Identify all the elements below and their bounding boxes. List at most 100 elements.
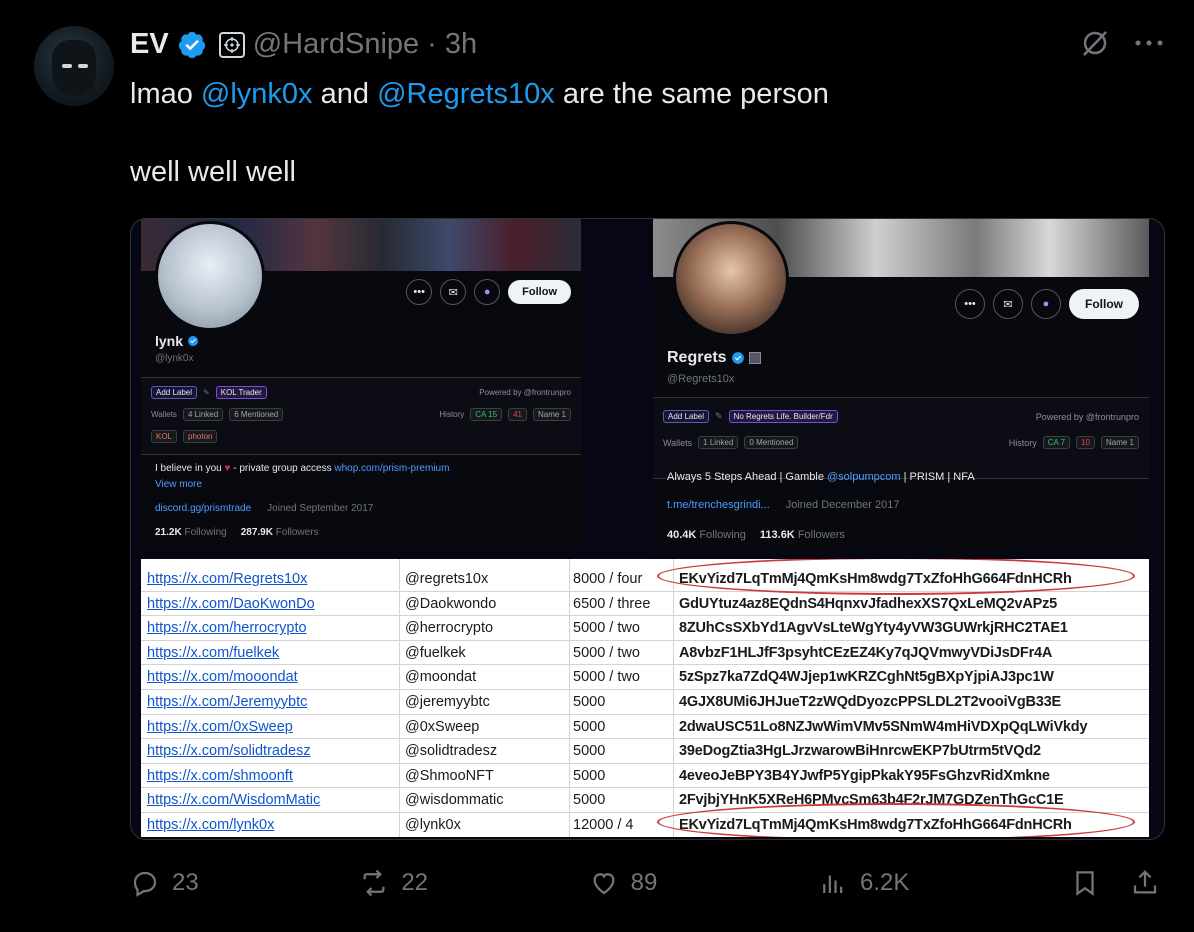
tweet-header: EV @HardSnipe · 3h bbox=[130, 28, 477, 61]
spreadsheet-image: https://x.com/Regrets10x @regrets10x 8000 … bbox=[141, 559, 1149, 837]
follow-button: Follow bbox=[1069, 289, 1139, 319]
tweet-top-actions bbox=[1080, 28, 1164, 58]
following-count: 40.4K Following bbox=[667, 529, 746, 541]
row-address: 4eveoJeBPY3B4YJwfP5YgipPkakY95FsGhzvRidX… bbox=[679, 767, 1050, 784]
joined-date: Joined December 2017 bbox=[785, 499, 900, 511]
row-amount: 5000 bbox=[573, 767, 606, 784]
share-icon[interactable] bbox=[1130, 868, 1160, 898]
row-address: A8vbzF1HLJfF3psyhtCEzEZ4Ky7qJQVmwyVDiJsD… bbox=[679, 644, 1053, 661]
joined-date: Joined September 2017 bbox=[267, 503, 374, 514]
mentioned-chip: 0 Mentioned bbox=[744, 436, 799, 449]
reply-button[interactable]: 23 bbox=[130, 868, 199, 898]
edit-icon: ✎ bbox=[715, 411, 723, 421]
toolbar-row: Wallets 4 Linked 6 Mentioned History CA … bbox=[151, 408, 571, 421]
row-address: 8ZUhCsSXbYd1AgvVsLteWgYty4yVW3GUWrkjRHC2… bbox=[679, 620, 1068, 637]
mention-link[interactable]: @lynk0x bbox=[201, 78, 313, 110]
toolbar-row: Wallets 1 Linked 0 Mentioned History CA … bbox=[663, 436, 1139, 449]
bio-link: whop.com/prism-premium bbox=[334, 463, 450, 474]
profile-buttons: ••• ✉ ● Follow bbox=[955, 289, 1139, 319]
bio-text: Always 5 Steps Ahead | Gamble bbox=[667, 471, 827, 483]
row-handle: @lynk0x bbox=[405, 817, 461, 833]
row-url: https://x.com/lynk0x bbox=[147, 817, 275, 833]
row-url: https://x.com/shmoonft bbox=[147, 767, 293, 784]
message-icon: ✉ bbox=[993, 289, 1023, 319]
profile-avatar bbox=[673, 221, 789, 337]
tweet-media-image[interactable]: ••• ✉ ● Follow lynk @lynk0x Add Label ✎ … bbox=[130, 218, 1165, 840]
row-handle: @jeremyybtc bbox=[405, 694, 490, 710]
row-address: GdUYtuz4az8EQdnS4HqnxvJfadhexXS7QxLeMQ2v… bbox=[679, 595, 1057, 612]
table-row: https://x.com/fuelkek @fuelkek 5000 / two A… bbox=[141, 641, 1149, 666]
bookmark-icon[interactable] bbox=[1070, 868, 1100, 898]
mention-link[interactable]: @Regrets10x bbox=[377, 78, 555, 110]
reply-count: 23 bbox=[172, 869, 199, 896]
profile-name-text: lynk bbox=[155, 333, 184, 349]
row-address: 5zSpz7ka7ZdQ4WJjep1wKRZCghNt5gBXpYjpiAJ3… bbox=[679, 669, 1054, 686]
profile-avatar bbox=[155, 221, 265, 331]
table-row: https://x.com/mooondat @moondat 5000 / two… bbox=[141, 665, 1149, 690]
wallets-label: Wallets bbox=[663, 437, 693, 448]
history-label: History bbox=[1008, 437, 1037, 448]
row-url: https://x.com/Regrets10x bbox=[147, 571, 308, 587]
bio-text: | PRISM | NFA bbox=[900, 471, 975, 483]
like-button[interactable]: 89 bbox=[589, 868, 658, 898]
row-handle: @Daokwondo bbox=[405, 595, 497, 612]
following-count: 21.2K Following bbox=[155, 527, 227, 538]
avatar-figure bbox=[52, 40, 96, 96]
tweet-time[interactable]: · 3h bbox=[427, 28, 477, 61]
tweet-text-part: and bbox=[312, 78, 378, 110]
tag-chip: KOL Trader bbox=[215, 386, 267, 399]
row-amount: 5000 bbox=[573, 743, 606, 760]
tweet-text-part: lmao bbox=[130, 78, 201, 110]
toolbar-row: Add Label ✎ KOL Trader Powered by @front… bbox=[151, 386, 571, 399]
profile-buttons: ••• ✉ ● Follow bbox=[406, 279, 571, 305]
row-url: https://x.com/herrocrypto bbox=[147, 620, 307, 637]
profile-card-regrets: ••• ✉ ● Follow Regrets @Regrets10x Add L… bbox=[653, 219, 1149, 553]
profile-card-lynk: ••• ✉ ● Follow lynk @lynk0x Add Label ✎ … bbox=[141, 219, 581, 547]
tweet-text-part: are the same person bbox=[554, 78, 829, 110]
verified-badge-icon bbox=[178, 31, 205, 58]
row-amount: 5000 / two bbox=[573, 620, 640, 637]
kol-chip: KOL bbox=[151, 430, 178, 443]
table-row: https://x.com/DaoKwonDo @Daokwondo 6500 / … bbox=[141, 592, 1149, 617]
avatar-eye-left bbox=[62, 64, 72, 68]
row-amount: 5000 bbox=[573, 694, 606, 710]
row-amount: 5000 bbox=[573, 792, 606, 809]
history-label: History bbox=[439, 410, 465, 419]
more-icon: ••• bbox=[406, 279, 433, 305]
like-count: 89 bbox=[630, 869, 658, 896]
powered-by: Powered by @frontrunpro bbox=[479, 388, 571, 397]
wallets-label: Wallets bbox=[151, 410, 177, 419]
subscribe-icon: ● bbox=[1031, 289, 1061, 319]
tweet-extra-actions bbox=[1070, 868, 1160, 898]
repost-button[interactable]: 22 bbox=[359, 868, 428, 898]
row-address: 4GJX8UMi6JHJueT2zWQdDyozcPPSLDL2T2vooiVg… bbox=[679, 694, 1061, 710]
subscribe-icon: ● bbox=[474, 279, 501, 305]
more-options-icon[interactable] bbox=[1134, 38, 1164, 48]
reply-icon bbox=[133, 871, 157, 897]
mentioned-chip: 6 Mentioned bbox=[229, 408, 284, 421]
profile-link: discord.gg/prismtrade bbox=[155, 503, 252, 514]
row-address: 2dwaUSC51Lo8NZJwWimVMv5SNmW4mHiVDXpQqLWi… bbox=[679, 718, 1088, 735]
grok-icon[interactable] bbox=[1080, 28, 1110, 58]
row-handle: @wisdommatic bbox=[405, 792, 504, 809]
photon-chip: photon bbox=[183, 430, 218, 443]
linked-chip: 1 Linked bbox=[698, 436, 739, 449]
views-button[interactable]: 6.2K bbox=[818, 868, 909, 898]
table-row: https://x.com/herrocrypto @herrocrypto 500… bbox=[141, 616, 1149, 641]
author-avatar[interactable] bbox=[34, 26, 114, 106]
author-handle[interactable]: @HardSnipe bbox=[253, 28, 419, 61]
frontrun-toolbar: Add Label ✎ KOL Trader Powered by @front… bbox=[141, 377, 581, 455]
row-url: https://x.com/fuelkek bbox=[147, 644, 280, 661]
profile-handle: @Regrets10x bbox=[667, 373, 735, 385]
row-amount: 8000 / four bbox=[573, 571, 643, 587]
author-name[interactable]: EV bbox=[130, 28, 169, 61]
affiliate-badge-icon bbox=[218, 31, 245, 58]
views-count: 6.2K bbox=[859, 869, 910, 896]
row-url: https://x.com/WisdomMatic bbox=[147, 792, 321, 809]
repost-icon bbox=[363, 869, 385, 897]
name-chip: Name 1 bbox=[1100, 436, 1139, 449]
ca-red-chip: 10 bbox=[1076, 436, 1095, 449]
row-url: https://x.com/DaoKwonDo bbox=[147, 595, 315, 612]
verified-badge-icon bbox=[188, 336, 199, 346]
tweet-action-bar: 23 22 89 6.2K bbox=[130, 868, 1160, 898]
